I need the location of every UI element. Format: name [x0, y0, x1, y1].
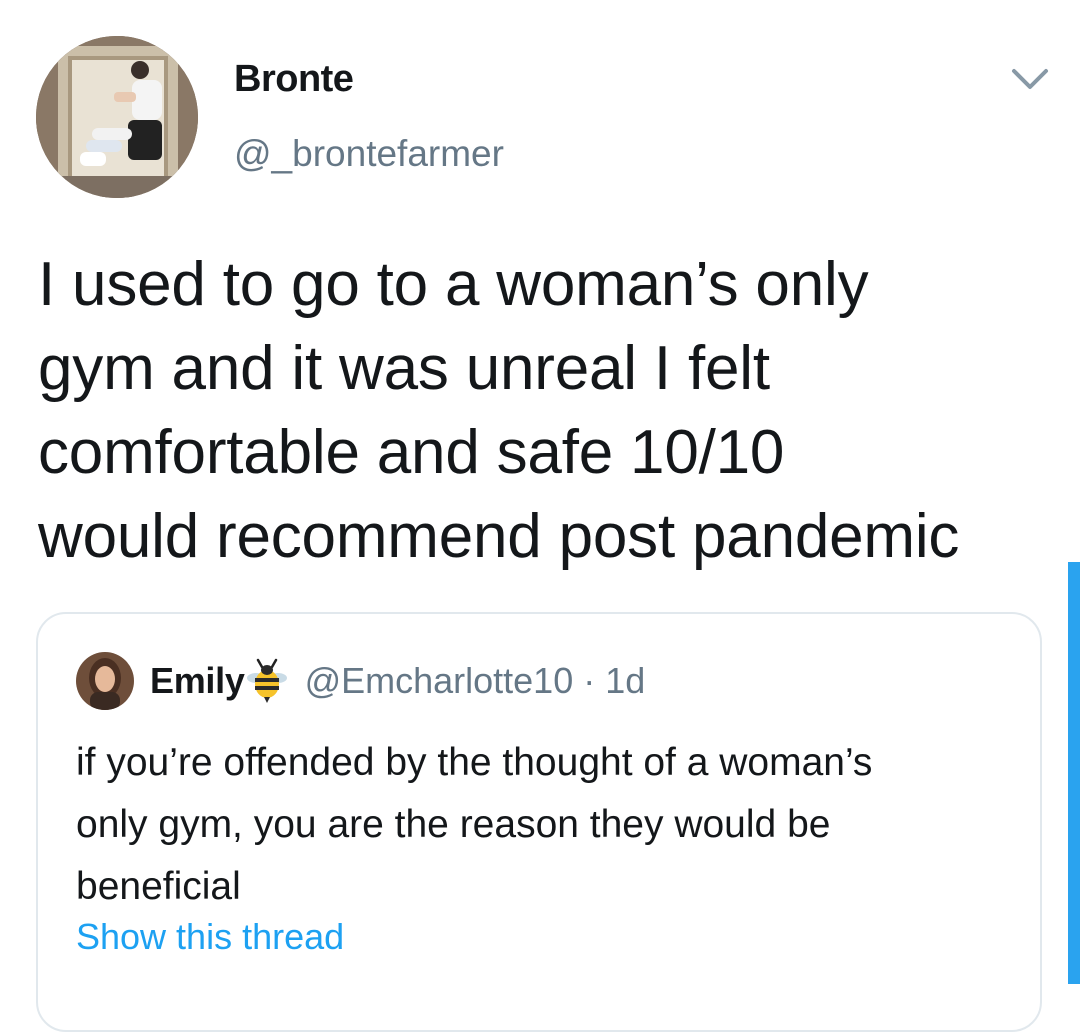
- bee-icon: [246, 658, 287, 703]
- quoted-avatar-photo: [76, 652, 134, 710]
- avatar[interactable]: [36, 36, 198, 198]
- author-handle[interactable]: @_brontefarmer: [234, 133, 504, 175]
- quoted-text-line: beneficial: [76, 865, 241, 908]
- tweet-text-line: comfortable and safe 10/10: [38, 418, 785, 487]
- show-thread-link[interactable]: Show this thread: [76, 916, 344, 958]
- quoted-text-line: only gym, you are the reason they would …: [76, 803, 831, 846]
- quoted-timestamp[interactable]: 1d: [605, 660, 645, 702]
- chevron-down-icon[interactable]: [1010, 66, 1050, 92]
- avatar-photo: [36, 36, 198, 198]
- scrollbar[interactable]: [1068, 562, 1080, 984]
- quoted-separator: ·: [583, 660, 596, 701]
- tweet-text-line: would recommend post pandemic: [38, 502, 960, 571]
- tweet-text-line: gym and it was unreal I felt: [38, 334, 770, 403]
- quoted-text: if you’re offended by the thought of a w…: [76, 732, 1026, 918]
- quoted-text-line: if you’re offended by the thought of a w…: [76, 741, 873, 784]
- quoted-display-name[interactable]: Emily: [150, 660, 245, 702]
- quoted-handle[interactable]: @Emcharlotte10: [305, 660, 574, 702]
- tweet-text: I used to go to a woman’s only gym and i…: [38, 243, 1048, 579]
- quoted-tweet-card[interactable]: Emily @Emcharlotte10 · 1d if you’re offe…: [36, 612, 1042, 1032]
- quoted-avatar[interactable]: [76, 652, 134, 710]
- author-display-name[interactable]: Bronte: [234, 58, 354, 101]
- quoted-header: Emily @Emcharlotte10 · 1d: [150, 658, 645, 704]
- tweet-text-line: I used to go to a woman’s only: [38, 250, 869, 319]
